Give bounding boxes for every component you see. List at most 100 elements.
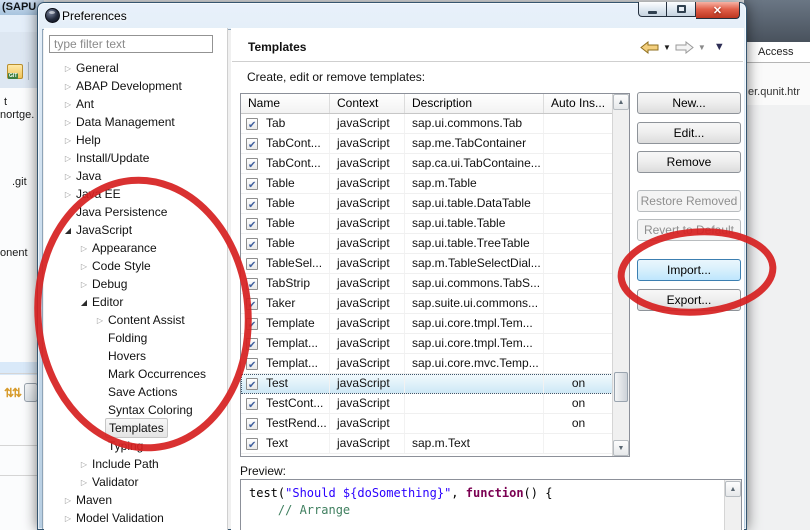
tree-collapsed-icon[interactable] (79, 454, 89, 474)
table-scrollbar[interactable]: ▲ ▼ (612, 94, 629, 456)
tree-collapsed-icon[interactable] (63, 490, 73, 510)
table-row[interactable]: TestjavaScripton (241, 374, 613, 394)
scrollbar-thumb[interactable] (614, 372, 628, 402)
checkbox-checked-icon[interactable] (246, 398, 258, 410)
column-header-description[interactable]: Description (405, 94, 544, 113)
tree-item-java-ee[interactable]: Java EE (45, 185, 225, 203)
filter-input[interactable] (49, 35, 213, 53)
checkbox-checked-icon[interactable] (246, 138, 258, 150)
tree-item-include-path[interactable]: Include Path (45, 455, 225, 473)
checkbox-checked-icon[interactable] (246, 258, 258, 270)
checkbox-checked-icon[interactable] (246, 378, 258, 390)
checkbox-checked-icon[interactable] (246, 118, 258, 130)
checkbox-checked-icon[interactable] (246, 218, 258, 230)
tree-expanded-icon[interactable] (79, 292, 89, 312)
table-row[interactable]: TableSel...javaScriptsap.m.TableSelectDi… (241, 254, 613, 274)
scroll-up-icon[interactable]: ▲ (725, 481, 741, 497)
tree-collapsed-icon[interactable] (95, 310, 105, 330)
tree-item-editor[interactable]: Editor (45, 293, 225, 311)
checkbox-checked-icon[interactable] (246, 358, 258, 370)
tree-collapsed-icon[interactable] (63, 94, 73, 114)
tree-item-save-actions[interactable]: Save Actions (45, 383, 225, 401)
scroll-down-icon[interactable]: ▼ (613, 440, 629, 456)
checkbox-checked-icon[interactable] (246, 158, 258, 170)
tree-item-folding[interactable]: Folding (45, 329, 225, 347)
tree-collapsed-icon[interactable] (63, 76, 73, 96)
tree-expanded-icon[interactable] (63, 220, 73, 240)
tree-collapsed-icon[interactable] (63, 112, 73, 132)
remove-button[interactable]: Remove (637, 151, 741, 173)
table-row[interactable]: TestRend...javaScripton (241, 414, 613, 434)
export-button[interactable]: Export... (637, 289, 741, 311)
import-button[interactable]: Import... (637, 259, 741, 281)
tree-item-code-style[interactable]: Code Style (45, 257, 225, 275)
tree-item-java-persistence[interactable]: Java Persistence (45, 203, 225, 221)
tree-item-appearance[interactable]: Appearance (45, 239, 225, 257)
tree-item-maven[interactable]: Maven (45, 491, 225, 509)
tree-collapsed-icon[interactable] (79, 274, 89, 294)
view-menu-icon[interactable]: ▼ (714, 41, 725, 53)
table-row[interactable]: TabCont...javaScriptsap.ca.ui.TabContain… (241, 154, 613, 174)
tree-collapsed-icon[interactable] (63, 508, 73, 528)
table-row[interactable]: TabStripjavaScriptsap.ui.commons.TabS... (241, 274, 613, 294)
close-button[interactable]: ✕ (696, 2, 740, 19)
checkbox-checked-icon[interactable] (246, 318, 258, 330)
table-row[interactable]: TablejavaScriptsap.ui.table.Table (241, 214, 613, 234)
tree-collapsed-icon[interactable] (63, 166, 73, 186)
checkbox-checked-icon[interactable] (246, 418, 258, 430)
tree-item-javascript[interactable]: JavaScript (45, 221, 225, 239)
new-button[interactable]: New... (637, 92, 741, 114)
tree-collapsed-icon[interactable] (63, 148, 73, 168)
tree-item-java[interactable]: Java (45, 167, 225, 185)
back-menu-icon[interactable]: ▼ (663, 43, 671, 52)
tree-collapsed-icon[interactable] (63, 130, 73, 150)
tree-item-hovers[interactable]: Hovers (45, 347, 225, 365)
column-header-context[interactable]: Context (330, 94, 405, 113)
table-row[interactable]: TablejavaScriptsap.ui.table.TreeTable (241, 234, 613, 254)
table-row[interactable]: TextjavaScriptsap.m.Text (241, 434, 613, 454)
back-arrow-icon[interactable] (640, 41, 659, 54)
tree-item-syntax-coloring[interactable]: Syntax Coloring (45, 401, 225, 419)
table-row[interactable]: TestCont...javaScripton (241, 394, 613, 414)
checkbox-checked-icon[interactable] (246, 278, 258, 290)
edit-button[interactable]: Edit... (637, 122, 741, 144)
table-row[interactable]: Templat...javaScriptsap.ui.core.tmpl.Tem… (241, 334, 613, 354)
tree-collapsed-icon[interactable] (79, 472, 89, 492)
checkbox-checked-icon[interactable] (246, 338, 258, 350)
table-row[interactable]: TabCont...javaScriptsap.me.TabContainer (241, 134, 613, 154)
tree-collapsed-icon[interactable] (63, 184, 73, 204)
tree-item-data-management[interactable]: Data Management (45, 113, 225, 131)
forward-arrow-icon[interactable] (675, 41, 694, 54)
checkbox-checked-icon[interactable] (246, 298, 258, 310)
tree-item-model-validation[interactable]: Model Validation (45, 509, 225, 527)
checkbox-checked-icon[interactable] (246, 238, 258, 250)
minimize-button[interactable] (638, 2, 667, 17)
tree-item-debug[interactable]: Debug (45, 275, 225, 293)
tree-item-mark-occurrences[interactable]: Mark Occurrences (45, 365, 225, 383)
table-row[interactable]: TemplatejavaScriptsap.ui.core.tmpl.Tem..… (241, 314, 613, 334)
tree-item-ant[interactable]: Ant (45, 95, 225, 113)
tree-item-content-assist[interactable]: Content Assist (45, 311, 225, 329)
table-row[interactable]: TablejavaScriptsap.m.Table (241, 174, 613, 194)
tree-item-templates[interactable]: Templates (45, 419, 225, 437)
table-row[interactable]: TakerjavaScriptsap.suite.ui.commons... (241, 294, 613, 314)
tree-item-validator[interactable]: Validator (45, 473, 225, 491)
forward-menu-icon[interactable]: ▼ (698, 43, 706, 52)
maximize-button[interactable] (667, 2, 696, 17)
table-row[interactable]: TabjavaScriptsap.ui.commons.Tab (241, 114, 613, 134)
tree-item-general[interactable]: General (45, 59, 225, 77)
tree-item-help[interactable]: Help (45, 131, 225, 149)
tree-collapsed-icon[interactable] (79, 256, 89, 276)
checkbox-checked-icon[interactable] (246, 178, 258, 190)
tree-collapsed-icon[interactable] (79, 238, 89, 258)
checkbox-checked-icon[interactable] (246, 438, 258, 450)
table-row[interactable]: Templat...javaScriptsap.ui.core.mvc.Temp… (241, 354, 613, 374)
tree-item-typing[interactable]: Typing (45, 437, 225, 455)
preview-scrollbar[interactable]: ▲ (724, 480, 741, 530)
tree-item-install-update[interactable]: Install/Update (45, 149, 225, 167)
tree-item-abap-development[interactable]: ABAP Development (45, 77, 225, 95)
table-row[interactable]: TablejavaScriptsap.ui.table.DataTable (241, 194, 613, 214)
column-header-autoins[interactable]: Auto Ins... (544, 94, 613, 113)
column-header-name[interactable]: Name (241, 94, 330, 113)
scroll-up-icon[interactable]: ▲ (613, 94, 629, 110)
